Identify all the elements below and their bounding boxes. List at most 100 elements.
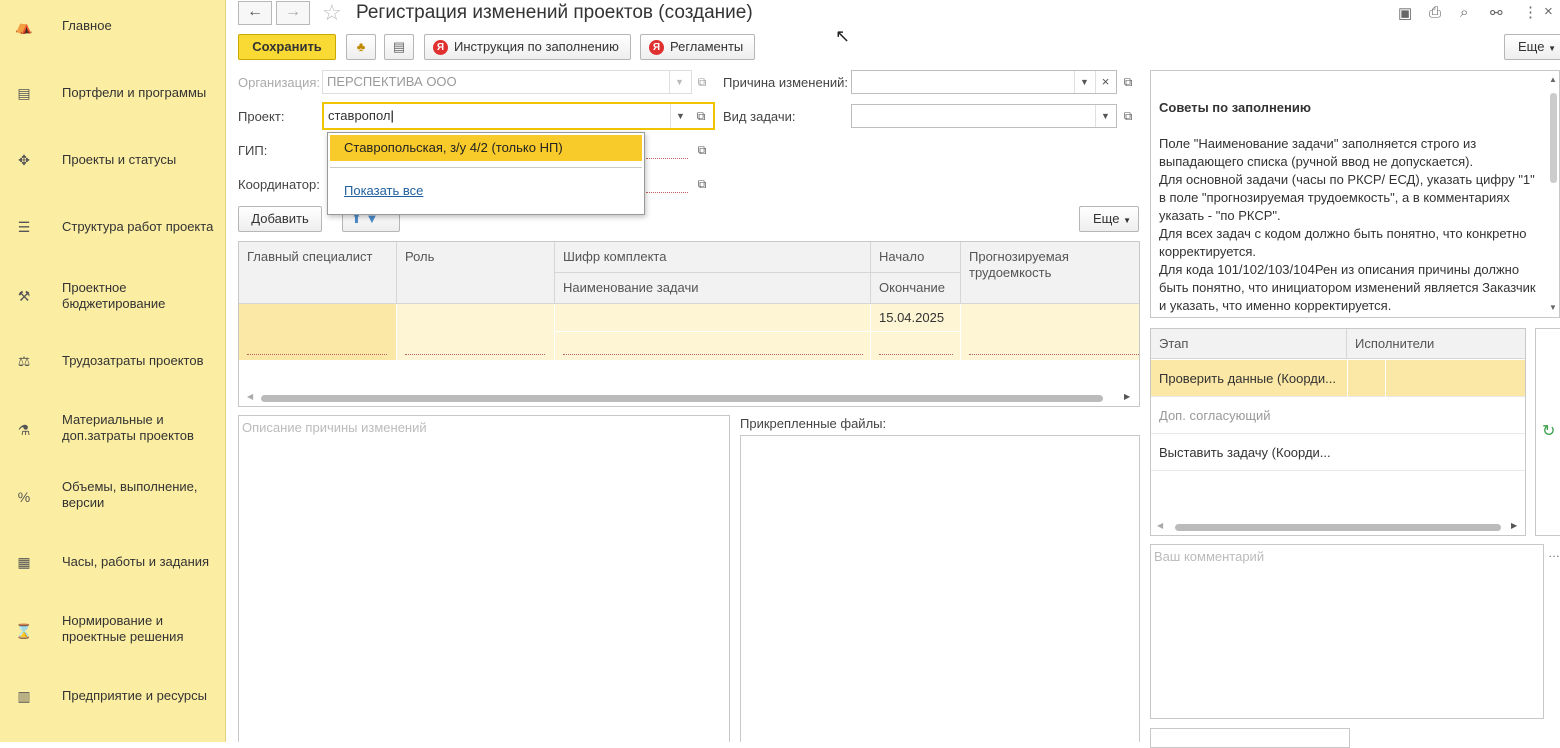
show-all-link[interactable]: Показать все (344, 183, 423, 198)
col-role[interactable]: Роль (397, 242, 555, 304)
attached-files-area[interactable] (740, 435, 1140, 742)
chevron-down-icon[interactable]: ▼ (1074, 71, 1094, 93)
tip-line: Для всех задач с кодом должно быть понят… (1159, 226, 1527, 259)
col-executors[interactable]: Исполнители (1347, 329, 1525, 359)
instruction-button[interactable]: Я Инструкция по заполнению (424, 34, 631, 60)
cell-task-name[interactable] (555, 332, 871, 360)
vertical-scrollbar[interactable] (1550, 93, 1557, 183)
sidebar-item-projects[interactable]: ✥ Проекты и статусы (0, 144, 226, 176)
description-placeholder: Описание причины изменений (242, 420, 427, 435)
tasks-more-button[interactable]: Еще ▼ (1079, 206, 1139, 232)
cell-effort[interactable] (961, 304, 1139, 360)
col-start[interactable]: Начало (871, 242, 961, 273)
add-button[interactable]: Добавить (238, 206, 322, 232)
sidebar-item-label: Проекты и статусы (62, 152, 177, 167)
more-button[interactable]: Еще ▼ (1504, 34, 1560, 60)
scroll-left-icon[interactable]: ◀ (247, 392, 253, 401)
chevron-down-icon[interactable]: ▼ (670, 104, 690, 128)
cell-role[interactable] (397, 304, 555, 360)
clear-icon[interactable]: × (1095, 71, 1115, 93)
col-task-name[interactable]: Наименование задачи (555, 273, 871, 304)
instruction-label: Инструкция по заполнению (454, 39, 619, 54)
forward-button[interactable]: → (276, 1, 310, 25)
projects-icon: ✥ (18, 152, 30, 168)
sidebar: ⛺ Главное ▤ Портфели и программы ✥ Проек… (0, 0, 226, 742)
stages-table[interactable]: Этап Исполнители Проверить данные (Коорд… (1150, 328, 1526, 536)
sidebar-item-label: Объемы, выполнение, версии (62, 479, 198, 510)
sidebar-item-label: Проектное бюджетирование (62, 280, 166, 311)
sidebar-item-portfolios[interactable]: ▤ Портфели и программы (0, 77, 226, 109)
sidebar-item-volumes[interactable]: % Объемы, выполнение, версии (0, 479, 226, 515)
regulations-button[interactable]: Я Регламенты (640, 34, 755, 60)
arrow-left-icon: ← (247, 3, 263, 20)
more-vertical-icon[interactable]: ⋮ (1523, 3, 1538, 21)
sidebar-item-enterprise[interactable]: ▥ Предприятие и ресурсы (0, 680, 226, 712)
sidebar-item-structure[interactable]: ☰ Структура работ проекта (0, 211, 226, 243)
project-input[interactable]: ставропол| ▼ ⧉ (322, 102, 715, 130)
table-row[interactable]: Проверить данные (Коорди... (1151, 360, 1525, 397)
table-row[interactable]: Доп. согласующий (1151, 397, 1525, 434)
structure-button[interactable]: ♣ (346, 34, 376, 60)
open-icon[interactable]: ⧉ (1119, 106, 1137, 126)
save-button[interactable]: Сохранить (238, 34, 336, 60)
scroll-right-icon[interactable]: ▶ (1124, 392, 1130, 401)
star-icon[interactable]: ☆ (322, 0, 342, 26)
horizontal-scrollbar[interactable] (261, 395, 1103, 402)
close-icon[interactable]: × (1544, 3, 1553, 20)
cell-specialist[interactable] (239, 304, 397, 360)
open-icon[interactable]: ⧉ (692, 106, 710, 126)
col-specialist[interactable]: Главный специалист (239, 242, 397, 304)
divider (1385, 360, 1386, 397)
report-icon: ▤ (392, 39, 406, 54)
description-textarea[interactable]: Описание причины изменений (238, 415, 730, 742)
reason-label: Причина изменений: (723, 75, 849, 90)
col-cipher[interactable]: Шифр комплекта (555, 242, 871, 273)
sidebar-item-labor[interactable]: ⚖ Трудозатраты проектов (0, 345, 226, 377)
link-icon[interactable]: ⚯ (1490, 4, 1503, 22)
more-label: Еще (1093, 211, 1120, 226)
sidebar-item-norm[interactable]: ⌛ Нормирование и проектные решения (0, 613, 226, 649)
open-icon[interactable]: ⧉ (693, 174, 711, 194)
project-dropdown: Ставропольская, з/у 4/2 (только НП) Пока… (327, 132, 645, 215)
sidebar-item-label: Портфели и программы (62, 85, 207, 100)
cell-end[interactable] (871, 332, 961, 360)
scroll-right-icon[interactable]: ▶ (1511, 521, 1517, 530)
reason-field[interactable]: ▼ × (851, 70, 1117, 94)
comment-textarea[interactable]: Ваш комментарий (1150, 544, 1544, 719)
horizontal-scrollbar[interactable] (1175, 524, 1501, 531)
report-button[interactable]: ▤ (384, 34, 414, 60)
col-effort[interactable]: Прогнозируемая трудоемкость (961, 242, 1139, 304)
sidebar-item-hours[interactable]: ▦ Часы, работы и задания (0, 546, 226, 578)
structure-icon: ☰ (17, 219, 31, 235)
open-icon[interactable]: ⧉ (1119, 72, 1137, 92)
sidebar-item-main[interactable]: ⛺ Главное (0, 10, 226, 42)
mouse-cursor-icon: ↖ (835, 26, 851, 46)
print-icon[interactable]: ⎙ (1429, 4, 1441, 21)
table-row[interactable]: Выставить задачу (Коорди... (1151, 434, 1525, 471)
ellipsis-icon[interactable]: … (1548, 546, 1560, 560)
scroll-left-icon[interactable]: ◀ (1157, 521, 1163, 530)
labor-icon: ⚖ (17, 353, 31, 369)
col-end[interactable]: Окончание (871, 273, 961, 304)
chevron-down-icon[interactable]: ▼ (1095, 105, 1115, 127)
cell-start[interactable]: 15.04.2025 (871, 304, 961, 332)
tasks-table[interactable]: Главный специалист Роль Шифр комплекта Н… (238, 241, 1140, 407)
back-button[interactable]: ← (238, 1, 272, 25)
sidebar-item-materials[interactable]: ⚗ Материальные и доп.затраты проектов (0, 412, 226, 448)
required-underline (247, 354, 387, 355)
dropdown-option[interactable]: Ставропольская, з/у 4/2 (только НП) (330, 135, 642, 161)
sidebar-item-label: Нормирование и проектные решения (62, 613, 184, 644)
col-stage[interactable]: Этап (1151, 329, 1347, 359)
scroll-down-icon[interactable]: ▼ (1549, 303, 1557, 312)
sidebar-item-label: Предприятие и ресурсы (62, 688, 207, 703)
preview-icon[interactable]: ⌕ (1460, 4, 1468, 21)
scroll-up-icon[interactable]: ▲ (1549, 75, 1557, 84)
bottom-button[interactable] (1150, 728, 1350, 748)
open-icon[interactable]: ⧉ (693, 72, 711, 92)
refresh-icon[interactable]: ↻ (1542, 421, 1555, 441)
tasktype-field[interactable]: ▼ (851, 104, 1117, 128)
save-doc-icon[interactable]: ▣ (1398, 4, 1412, 22)
sidebar-item-budget[interactable]: ⚒ Проектное бюджетирование (0, 278, 226, 314)
open-icon[interactable]: ⧉ (693, 140, 711, 160)
cell-cipher[interactable] (555, 304, 871, 332)
